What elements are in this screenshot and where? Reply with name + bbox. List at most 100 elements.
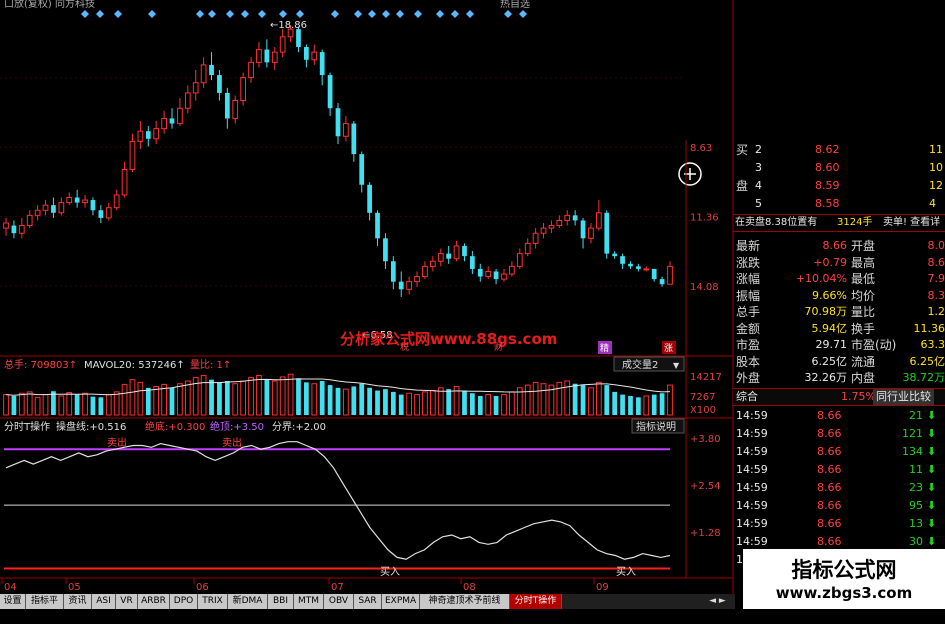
indicator-tab-bar: 设置 指标平台 资讯 ASI VR ARBR DPO TRIX 新DMA BBI MTM OBV SAR… [0, 594, 735, 621]
volume-bar [26, 391, 33, 416]
candle-body [659, 279, 665, 285]
volume-bar [540, 383, 547, 416]
stat-value: 8.0 [927, 239, 945, 252]
candle-body [398, 281, 404, 290]
stat-key: 内盘 [851, 371, 876, 385]
tick-row: 14:59 8.66 11 ⬇ [733, 462, 945, 478]
arrow-down-icon: ⬇ [927, 499, 937, 512]
candle-body [375, 212, 380, 239]
x-tick-label: 07 [331, 582, 344, 593]
candle-body [422, 265, 428, 278]
volume-bar [406, 392, 413, 416]
compare-button[interactable]: 同行业比较 [873, 389, 934, 405]
tick-price: 8.66 [817, 517, 842, 530]
volume-bar [636, 397, 641, 415]
tab-7[interactable]: TRIX [198, 594, 228, 609]
indicator-tick-label: +2.54 [690, 481, 721, 492]
volume-bar [572, 383, 578, 415]
stat-value: 7.9 [927, 272, 945, 285]
candle-body [437, 253, 444, 262]
candle-body [446, 253, 452, 259]
tab-5[interactable]: ARBR [138, 594, 170, 609]
tab-3[interactable]: ASI [92, 594, 116, 609]
stat-value: 9.66% [812, 288, 847, 302]
tab-1[interactable]: 指标平台 [26, 594, 64, 621]
tab-13[interactable]: EXPMA [382, 594, 420, 609]
tab-15[interactable]: 分时T操作 [510, 594, 562, 609]
candle-body [390, 261, 396, 282]
order-alert-text: 在卖盘8.38位置有 [735, 217, 818, 228]
stat-key: 外盘 [736, 371, 761, 385]
header-strip [0, 0, 733, 20]
bid-level: 4 [755, 179, 762, 192]
price-tick-label: 11.36 [690, 212, 719, 223]
stat-row: 涨跌 +0.79 最高 8.6 [733, 255, 945, 271]
candle-body [359, 154, 365, 185]
stat-key: 涨幅 [736, 272, 761, 286]
marker-elite: 精 [600, 342, 609, 354]
candle-body [42, 204, 49, 211]
tick-row: 14:59 8.66 134 ⬇ [733, 444, 945, 460]
candle-body [304, 47, 309, 60]
arrow-down-icon: ⬇ [927, 445, 937, 458]
candle-body [169, 118, 175, 124]
stat-key: 股本 [736, 354, 761, 369]
candle-body [90, 200, 96, 211]
tick-row: 14:59 8.66 23 ⬇ [733, 480, 945, 496]
candle-body [192, 82, 199, 94]
stat-key: 最新 [736, 239, 761, 253]
tab-11[interactable]: OBV [324, 594, 354, 609]
tab-10[interactable]: MTM [294, 594, 324, 609]
bid-level: 3 [755, 161, 762, 174]
tick-volume: 21 [909, 409, 923, 422]
candle-body [98, 210, 104, 218]
tab-12[interactable]: SAR [354, 594, 382, 609]
tick-price: 8.66 [817, 427, 842, 440]
candle-body [18, 225, 25, 234]
volume-bar [177, 383, 183, 416]
candle-body [121, 168, 128, 196]
volume-bar [34, 396, 41, 416]
tick-price: 8.66 [817, 463, 842, 476]
arrow-down-icon: ⬇ [927, 409, 937, 422]
order-alert-row[interactable]: 在卖盘8.38位置有 3124手 卖单! 查看详 [733, 214, 945, 232]
marker-finance: 财 [494, 341, 503, 353]
tick-volume: 23 [909, 481, 923, 494]
candle-body [137, 130, 144, 142]
volume-bar [422, 391, 428, 416]
tab-2[interactable]: 资讯 [64, 594, 92, 609]
candle-body [343, 123, 349, 137]
volume-header: 总手: 709803↑ MAVOL20: 537246↑ 量比: 1↑ [4, 358, 231, 371]
chevron-down-icon[interactable]: ▼ [673, 361, 680, 370]
tab-6[interactable]: DPO [170, 594, 198, 609]
candle-body [367, 184, 372, 213]
volume-bar [493, 395, 499, 415]
volume-bar [556, 381, 563, 416]
candle-body [485, 270, 492, 278]
volume-bar [595, 381, 602, 416]
candle-body [509, 265, 515, 275]
candle-body [311, 51, 318, 61]
tab-scroll-arrows[interactable]: ◄ ► [702, 594, 733, 609]
tick-price: 8.66 [817, 481, 842, 494]
volume-bars [3, 373, 673, 416]
volume-bar [145, 387, 151, 415]
volume-bar [287, 373, 294, 416]
site-watermark-box: 指标公式网 www.zbgs3.com [743, 549, 945, 609]
x-tick-label: 06 [196, 582, 209, 593]
candle-body [580, 220, 586, 239]
volume-bar [532, 381, 539, 416]
candle-body [540, 227, 547, 234]
x-tick-label: 08 [463, 582, 476, 593]
tab-8[interactable]: 新DMA [228, 594, 268, 609]
candle-body [532, 232, 539, 244]
tab-9[interactable]: BBI [268, 594, 294, 609]
volume-bar [628, 395, 633, 415]
candle-body [209, 64, 214, 76]
tab-14[interactable]: 神奇逮顶术予前线 [420, 594, 510, 609]
bid-level: 5 [755, 197, 762, 210]
candle-body [351, 123, 357, 155]
tab-0[interactable]: 设置 [0, 594, 26, 609]
candle-body [628, 263, 633, 267]
tab-4[interactable]: VR [116, 594, 138, 609]
